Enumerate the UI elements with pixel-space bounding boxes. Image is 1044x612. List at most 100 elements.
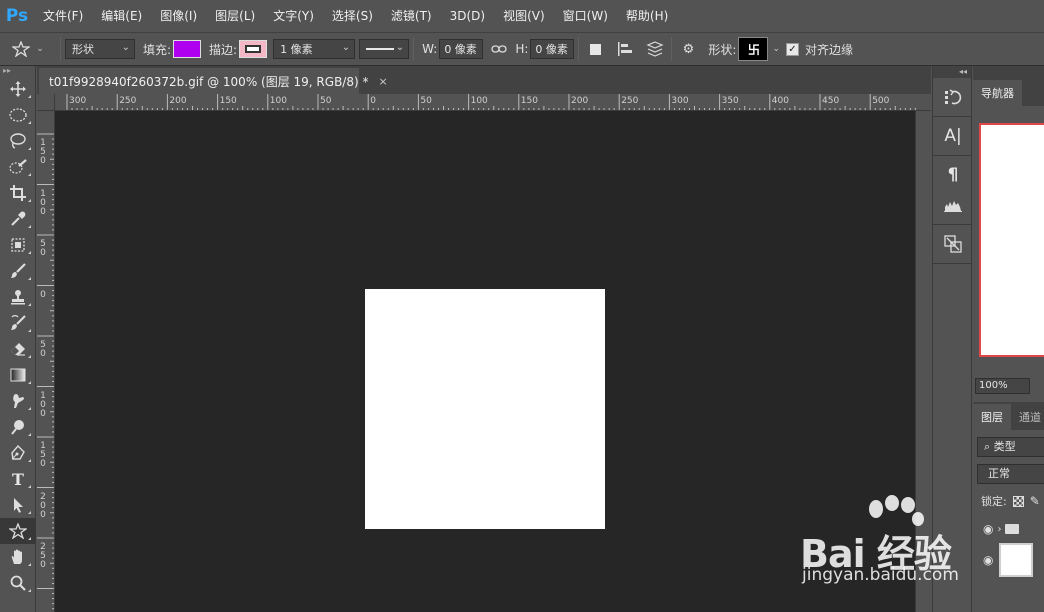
menu-image[interactable]: 图像(I) bbox=[151, 0, 206, 32]
layer-filter-dropdown[interactable]: ⌕ 类型 bbox=[977, 437, 1044, 457]
hand-tool[interactable] bbox=[0, 544, 36, 570]
paragraph-panel-button[interactable]: ¶ bbox=[933, 160, 973, 190]
history-panel-button[interactable] bbox=[933, 82, 973, 112]
fill-color-swatch[interactable] bbox=[173, 40, 202, 58]
ruler-tick-label: 1 5 0 bbox=[40, 138, 46, 166]
path-operations-icon[interactable] bbox=[583, 37, 607, 61]
stamp-icon bbox=[11, 290, 25, 305]
gradient-tool[interactable] bbox=[0, 362, 36, 388]
link-icon[interactable] bbox=[487, 37, 511, 61]
chevron-down-icon: ⌄ bbox=[36, 44, 44, 54]
menu-help[interactable]: 帮助(H) bbox=[617, 0, 677, 32]
menu-window[interactable]: 窗口(W) bbox=[554, 0, 617, 32]
smudge-tool[interactable] bbox=[0, 388, 36, 414]
quick-select-tool[interactable] bbox=[0, 154, 36, 180]
path-selection-tool[interactable] bbox=[0, 492, 36, 518]
align-edges-checkbox[interactable]: ✓ bbox=[785, 42, 799, 56]
ruler-tick-label: 400 bbox=[771, 96, 789, 106]
type-tool[interactable]: T bbox=[0, 466, 36, 492]
eraser-tool[interactable] bbox=[0, 336, 36, 362]
ruler-tick-label: 2 5 0 bbox=[40, 542, 46, 570]
stroke-width-value: 1 像素 bbox=[280, 43, 313, 56]
horizontal-ruler[interactable]: 300 250 200 150 100 50 0 50 100 150 200 250 300 350 40… bbox=[55, 94, 931, 111]
histogram-icon bbox=[944, 201, 962, 212]
navigator-zoom-input[interactable]: 100% bbox=[975, 378, 1030, 394]
stroke-color-swatch[interactable] bbox=[239, 40, 268, 58]
chevron-down-icon[interactable]: ⌄ bbox=[772, 44, 780, 54]
divider bbox=[578, 37, 580, 61]
menu-layer[interactable]: 图层(L) bbox=[206, 0, 264, 32]
stroke-type-dropdown[interactable]: ⌄ bbox=[359, 39, 410, 59]
vertical-ruler[interactable]: 1 5 0 1 0 0 5 0 0 5 0 1 0 0 1 5 0 2 0 0 2 5 0 bbox=[37, 111, 55, 612]
height-input[interactable]: 0 像素 bbox=[530, 39, 575, 59]
gradient-icon bbox=[10, 368, 26, 382]
dodge-tool[interactable] bbox=[0, 414, 36, 440]
canvas-workspace[interactable] bbox=[55, 111, 915, 612]
lasso-tool[interactable] bbox=[0, 128, 36, 154]
menu-bar: Ps 文件(F) 编辑(E) 图像(I) 图层(L) 文字(Y) 选择(S) 滤… bbox=[0, 0, 1044, 32]
shape-label: 形状: bbox=[708, 42, 737, 57]
ruler-origin[interactable] bbox=[37, 94, 55, 111]
path-alignment-icon[interactable] bbox=[613, 37, 637, 61]
tab-channels[interactable]: 通道 bbox=[1011, 404, 1044, 430]
eyedropper-tool[interactable] bbox=[0, 206, 36, 232]
navigator-tab-row: 导航器 bbox=[973, 78, 1044, 106]
ruler-tick-label: 200 bbox=[169, 96, 187, 106]
menu-edit[interactable]: 编辑(E) bbox=[92, 0, 151, 32]
move-icon bbox=[10, 81, 26, 97]
move-tool[interactable] bbox=[0, 76, 36, 102]
tab-layers[interactable]: 图层 bbox=[973, 404, 1011, 430]
chevron-down-icon: ⌄ bbox=[395, 42, 405, 53]
ruler-tick-label: 150 bbox=[219, 96, 237, 106]
pen-tool[interactable] bbox=[0, 440, 36, 466]
paragraph-icon: ¶ bbox=[947, 165, 959, 185]
brush-tool[interactable] bbox=[0, 258, 36, 284]
zoom-tool[interactable] bbox=[0, 570, 36, 596]
menu-type[interactable]: 文字(Y) bbox=[264, 0, 323, 32]
align-edges-label: 对齐边缘 bbox=[804, 42, 853, 57]
navigator-preview[interactable] bbox=[979, 123, 1044, 357]
ruler-tick-label: 50 bbox=[320, 96, 332, 106]
marquee-tool[interactable] bbox=[0, 102, 36, 128]
close-icon[interactable]: × bbox=[378, 75, 387, 88]
menu-view[interactable]: 视图(V) bbox=[494, 0, 554, 32]
clone-stamp-tool[interactable] bbox=[0, 284, 36, 310]
menu-select[interactable]: 选择(S) bbox=[323, 0, 382, 32]
menu-3d[interactable]: 3D(D) bbox=[441, 0, 494, 32]
tab-navigator[interactable]: 导航器 bbox=[973, 80, 1022, 106]
baidu-jingyan-watermark: Bai 经验 jingyan.baidu.com bbox=[800, 495, 1044, 612]
patch-tool[interactable] bbox=[0, 232, 36, 258]
history-brush-icon bbox=[11, 315, 26, 330]
crop-icon bbox=[10, 185, 26, 201]
type-icon: T bbox=[12, 469, 24, 489]
document-canvas[interactable] bbox=[365, 289, 605, 529]
gear-icon[interactable]: ⚙ bbox=[676, 37, 700, 61]
pen-icon bbox=[11, 445, 25, 460]
shape-picker[interactable]: 卐 bbox=[738, 37, 769, 61]
history-brush-tool[interactable] bbox=[0, 310, 36, 336]
tools-panel: ▸▸ T bbox=[0, 66, 36, 612]
menu-filter[interactable]: 滤镜(T) bbox=[382, 0, 441, 32]
path-select-icon bbox=[14, 498, 23, 513]
path-arrangement-icon[interactable] bbox=[643, 37, 667, 61]
options-bar: ⌄ 形状 ⌄ 填充: 描边: 1 像素 ⌄ ⌄ W: 0 像素 H: 0 像素 … bbox=[0, 32, 1044, 66]
dodge-icon bbox=[11, 420, 24, 435]
document-tab[interactable]: t01f9928940f260372b.gif @ 100% (图层 19, R… bbox=[39, 68, 388, 94]
width-input[interactable]: 0 像素 bbox=[439, 39, 484, 59]
collapse-grip-icon[interactable]: ◂◂ bbox=[933, 66, 971, 78]
blend-mode-dropdown[interactable]: 正常 bbox=[977, 464, 1044, 484]
panel-group: ¶ bbox=[933, 156, 971, 225]
info-panel-button[interactable] bbox=[933, 229, 973, 259]
tool-preset-picker[interactable]: ⌄ bbox=[0, 35, 56, 63]
tool-mode-dropdown[interactable]: 形状 ⌄ bbox=[65, 39, 135, 59]
collapse-grip-icon[interactable]: ▸▸ bbox=[0, 66, 35, 76]
info-icon bbox=[944, 235, 962, 253]
custom-shape-tool[interactable] bbox=[0, 518, 36, 544]
menu-file[interactable]: 文件(F) bbox=[34, 0, 92, 32]
histogram-panel-button[interactable] bbox=[933, 190, 973, 220]
brush-icon bbox=[11, 263, 26, 278]
character-panel-button[interactable]: A| bbox=[933, 121, 973, 151]
stroke-width-field[interactable]: 1 像素 ⌄ bbox=[273, 39, 356, 59]
crop-tool[interactable] bbox=[0, 180, 36, 206]
watermark-url: jingyan.baidu.com bbox=[802, 565, 959, 585]
